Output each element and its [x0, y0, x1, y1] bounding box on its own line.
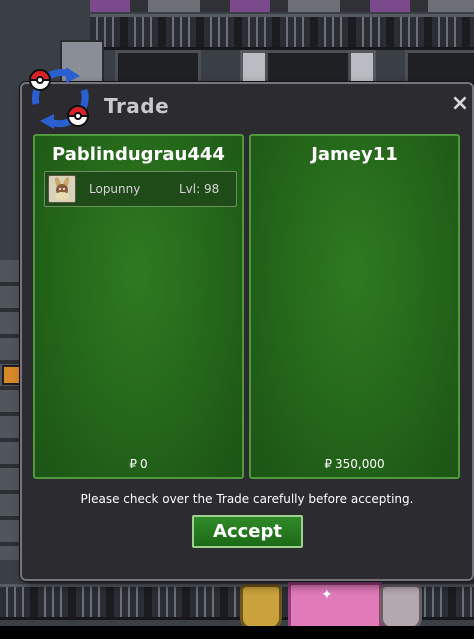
trade-window: Trade × Pablindugrau444 Lopunny Lvl: 98 … [20, 82, 474, 581]
pokemon-name: Lopunny [89, 182, 141, 196]
player-name: Pablindugrau444 [52, 144, 225, 165]
pokedollar-icon: ₽ [324, 457, 332, 471]
lopunny-sprite-icon [48, 175, 76, 203]
upper-railing [90, 14, 474, 50]
sparkle-icon: ✦ [321, 587, 333, 603]
building-roof-strip [90, 0, 474, 12]
player-name: Jamey11 [311, 144, 398, 165]
money-offer: ₽0 [35, 457, 242, 471]
money-amount: 350,000 [335, 457, 385, 471]
trade-swap-pokeball-icon [28, 67, 90, 129]
left-wall [0, 260, 22, 560]
pokemon-level: Lvl: 98 [179, 182, 220, 196]
pink-warp-pad: ✦ [288, 582, 382, 626]
window-title: Trade [104, 94, 170, 118]
pokemon-slot[interactable]: Lopunny Lvl: 98 [44, 171, 237, 207]
close-icon[interactable]: × [450, 93, 470, 115]
trade-instruction: Please check over the Trade carefully be… [80, 492, 414, 506]
pokedollar-icon: ₽ [129, 457, 137, 471]
yellow-pot [240, 584, 282, 626]
money-amount: 0 [140, 457, 148, 471]
accept-button[interactable]: Accept [192, 515, 303, 548]
trade-panel-partner: Jamey11 ₽350,000 [249, 134, 460, 479]
grey-pot [380, 584, 422, 626]
money-offer: ₽350,000 [251, 457, 458, 471]
wall-sign [2, 365, 22, 385]
trade-panel-self: Pablindugrau444 Lopunny Lvl: 98 ₽0 [33, 134, 244, 479]
